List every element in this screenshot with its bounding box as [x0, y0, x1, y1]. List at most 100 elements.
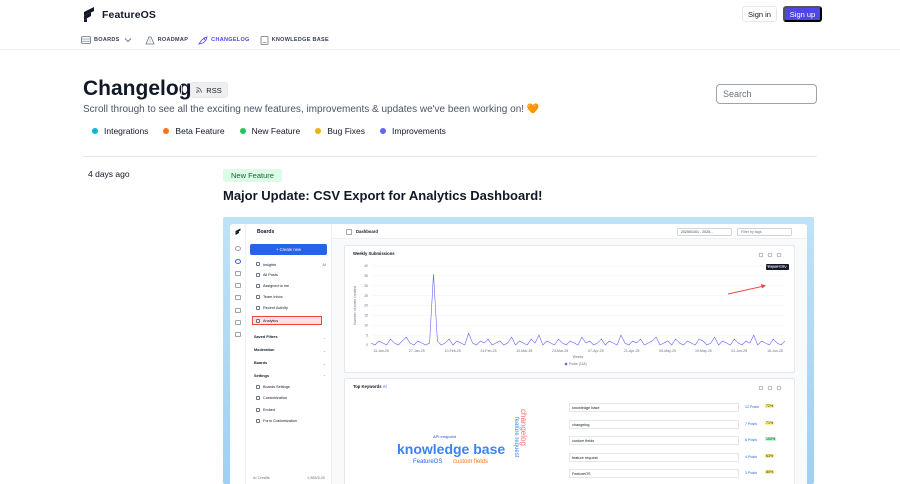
changelog-icon	[198, 35, 208, 45]
post-category-badge[interactable]: New Feature	[223, 169, 282, 182]
featureos-logo-icon[interactable]	[82, 6, 96, 22]
nav-item-label: KNOWLEDGE BASE	[271, 37, 329, 43]
megaphone-icon	[235, 295, 241, 300]
post-screenshot[interactable]: Boards + Create new Insights AI All Posts…	[223, 217, 814, 484]
nav-item-knowledge-base[interactable]: KNOWLEDGE BASE	[260, 35, 329, 45]
cloud-word: custom fields	[453, 459, 489, 465]
nav-item-label: BOARDS	[94, 37, 120, 43]
category-dot	[239, 128, 246, 134]
screenshot-sidebar-title: Boards	[257, 229, 275, 235]
screenshot-sidebar-item: Embed	[256, 408, 275, 412]
post-date: 4 days ago	[88, 169, 130, 179]
screenshot-date-range: 2025/01/01 - 2025...	[677, 228, 732, 236]
card-action-icons	[758, 385, 782, 391]
rss-button[interactable]: RSS	[190, 82, 228, 98]
filter-bug-fixes[interactable]: Bug Fixes	[315, 126, 365, 136]
weekly-submissions-chart: 0 5 10 15 20 25 30 35 40 Number of posts created 1…	[353, 264, 786, 366]
table-row: custom fields 6 Posts 100%	[566, 433, 778, 450]
keyword-cell: knowledge base	[569, 403, 739, 412]
posts-cell: 4 Posts	[745, 454, 757, 459]
search-icon	[235, 246, 241, 251]
filter-label: Beta Feature	[175, 126, 225, 136]
nav-item-label: ROADMAP	[157, 37, 189, 43]
series-line	[370, 273, 786, 346]
group-label: Saved Filters	[254, 335, 278, 339]
y-tick-label: 25	[364, 294, 368, 298]
post-title[interactable]: Major Update: CSV Export for Analytics D…	[223, 188, 543, 203]
y-tick-label: 40	[364, 264, 368, 268]
filter-new-feature[interactable]: New Feature	[239, 126, 301, 136]
globe-icon	[235, 259, 241, 264]
table-row: feature request 4 Posts 63%	[566, 450, 778, 467]
sign-in-button[interactable]: Sign in	[742, 6, 777, 22]
nav-item-changelog[interactable]: CHANGELOG	[198, 35, 250, 45]
item-label: Analytics	[263, 318, 279, 323]
screenshot-create-button: + Create new	[250, 244, 327, 255]
ai-badge: AI	[382, 384, 387, 389]
filter-label: New Feature	[251, 126, 301, 136]
knowledge-base-icon	[260, 35, 269, 45]
x-tick-label: 27-Jan-25	[409, 349, 425, 353]
nav-item-label: CHANGELOG	[211, 37, 250, 43]
nav-item-boards[interactable]: BOARDS	[81, 36, 135, 44]
table-row: knowledge base 12 Posts 72%	[566, 400, 778, 417]
screenshot-sidebar-group: Settings ⌃	[254, 374, 326, 379]
x-tick-label: 24-Mar-25	[552, 349, 568, 353]
legend-label: Posts (118)	[569, 362, 587, 366]
screenshot-sidebar-group: Boards ⌄	[254, 361, 326, 366]
screenshot-sidebar-group: Saved Filters ⌄	[254, 335, 326, 340]
x-tick-label: 21-Apr-25	[624, 349, 640, 353]
keyword-cell: changelog	[569, 419, 739, 429]
featureos-logo-icon	[235, 228, 241, 235]
item-label: Form Customization	[263, 419, 297, 423]
chevron-down-icon	[124, 38, 131, 43]
page-title: Changelog	[83, 77, 192, 100]
percent-cell: 72%	[765, 404, 775, 408]
roadmap-icon	[145, 36, 155, 44]
cloud-word: knowledge base	[397, 441, 506, 457]
screenshot-sidebar-item: Boards Settings	[256, 385, 290, 389]
keyword-cell: FeatureOS	[569, 469, 739, 478]
screenshot-sidebar-group: Moderation ⌄	[254, 348, 326, 353]
x-axis-label: Weeks	[573, 355, 584, 359]
percent-cell: 80%	[765, 470, 775, 474]
screenshot-main-header: Dashboard 2025/01/01 - 2025... Filter by…	[332, 224, 807, 239]
nav-item-roadmap[interactable]: ROADMAP	[145, 36, 189, 45]
section-divider	[83, 156, 817, 157]
widget-icon	[235, 332, 241, 337]
category-dot	[380, 128, 387, 134]
map-icon	[235, 283, 241, 288]
search-input[interactable]	[716, 84, 817, 104]
keyword-cell: feature request	[569, 452, 739, 462]
sign-up-button[interactable]: Sign up	[783, 6, 822, 22]
posts-cell: 7 Posts	[745, 421, 757, 426]
category-dot	[163, 128, 170, 134]
y-tick-label: 0	[366, 343, 368, 347]
dashboard-icon	[346, 229, 352, 235]
category-filters: Integrations Beta Feature New Feature Bu…	[92, 126, 461, 136]
cloud-word: API endpoint	[433, 434, 456, 439]
screenshot-sidebar-item: Insights AI	[256, 262, 326, 267]
item-label: Boards Settings	[263, 385, 290, 389]
keyword-cell: custom fields	[569, 436, 739, 445]
item-label: Customization	[263, 396, 288, 400]
y-axis-label: Number of posts created	[353, 286, 357, 324]
screenshot-sidebar-item: Form Customization	[256, 419, 297, 423]
main-nav: BOARDS ROADMAP CHANGELOG KNOWLEDGE BASE	[81, 34, 339, 46]
screenshot-sidebar-item: Team Inbox	[256, 295, 283, 299]
brand-name[interactable]: FeatureOS	[102, 9, 156, 21]
chat-icon	[235, 271, 241, 276]
filter-beta-feature[interactable]: Beta Feature	[163, 126, 225, 136]
keywords-table: knowledge base 12 Posts 72% changelog 7 Pos…	[566, 400, 778, 483]
x-tick-label: 07-Apr-25	[588, 349, 604, 353]
item-label: Insights	[263, 263, 277, 267]
cloud-word: feature request	[513, 417, 519, 458]
filter-integrations[interactable]: Integrations	[92, 126, 148, 136]
y-tick-label: 15	[364, 314, 368, 318]
top-bar: FeatureOS Sign in Sign up BOARDS ROADMAP…	[0, 0, 900, 50]
filter-improvements[interactable]: Improvements	[380, 126, 446, 136]
credits-value: 1,963/5,00	[307, 476, 325, 480]
y-tick-label: 10	[364, 323, 368, 327]
users-icon	[235, 320, 241, 325]
filter-label: Bug Fixes	[327, 126, 366, 136]
